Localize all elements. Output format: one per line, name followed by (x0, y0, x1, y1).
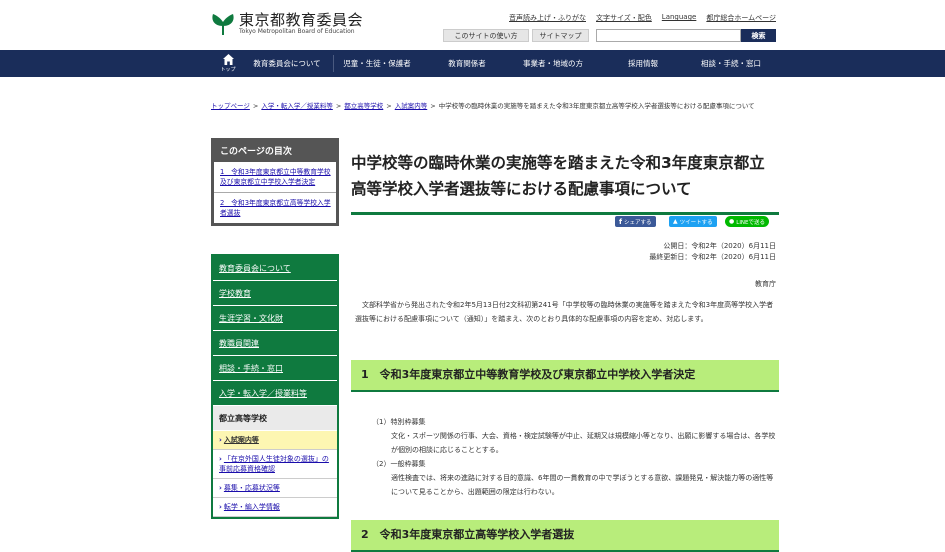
chevron-right-icon: › (219, 484, 222, 492)
sitemap-button[interactable]: サイトマップ (532, 29, 589, 42)
site-header: 東京都教育委員会 Tokyo Metropolitan Board of Edu… (0, 0, 945, 50)
logo-subtitle: Tokyo Metropolitan Board of Education (239, 28, 355, 35)
breadcrumb-link[interactable]: 入試案内等 (395, 102, 428, 110)
section-heading: 2 令和3年度東京都立高等学校入学者選抜 (351, 520, 779, 552)
item-label: （1）特別枠募集 (372, 418, 426, 426)
site-usage-button[interactable]: このサイトの使い方 (443, 29, 529, 42)
menu-link[interactable]: 教育委員会について (219, 263, 291, 274)
nav-home[interactable]: トップ (218, 52, 238, 75)
facebook-icon: f (619, 217, 623, 226)
metro-gov-home-link[interactable]: 都庁総合ホームページ (706, 13, 776, 23)
nav-item-consultation[interactable]: 相談・手続・窓口 (686, 50, 776, 77)
menu-item-about-board: 教育委員会について (213, 256, 337, 281)
chevron-right-icon: › (219, 503, 222, 511)
menu-item-school-education: 学校教育 (213, 281, 337, 306)
item-label: （2）一般枠募集 (372, 460, 426, 468)
menu-item-consultation: 相談・手続・窓口 (213, 356, 337, 381)
line-icon: ● (729, 218, 735, 225)
submenu-link[interactable]: 募集・応募状況等 (224, 484, 280, 492)
toc-item: 1 令和3年度東京都立中等教育学校及び東京都立中学校入学者決定 (214, 162, 336, 193)
global-nav: トップ 教育委員会について 児童・生徒・保護者 教育関係者 事業者・地域の方 採… (0, 50, 945, 77)
facebook-share-button[interactable]: f シェアする (615, 216, 656, 227)
nav-home-label: トップ (220, 67, 236, 73)
page-dates: 公開日：令和2年（2020）6月11日 最終更新日：令和2年（2020）6月11… (649, 241, 776, 263)
submenu-item-foreign-students[interactable]: › 「在京外国人生徒対象の選抜」の事前応募資格確認 (213, 450, 337, 479)
text-size-color-link[interactable]: 文字サイズ・配色 (596, 13, 652, 23)
item-body: 適性検査では、将来の進路に対する目的意識、6年間の一貫教育の中で学ぼうとする意欲… (391, 474, 774, 496)
toc-link-section2[interactable]: 2 令和3年度東京都立高等学校入学者選抜 (220, 199, 331, 217)
page-title: 中学校等の臨時休業の実施等を踏まえた令和3年度東京都立高等学校入学者選抜等におけ… (351, 150, 779, 215)
home-icon (222, 54, 234, 65)
twitter-icon: ▲ (673, 218, 678, 225)
intro-paragraph: 文部科学省から発出された令和2年5月13日付2文科初第241号「中学校等の臨時休… (355, 301, 774, 323)
section-heading: 1 令和3年度東京都立中等教育学校及び東京都立中学校入学者決定 (351, 360, 779, 392)
item-body: 文化・スポーツ関係の行事、大会、資格・検定試験等が中止、延期又は規模縮小等となり… (391, 432, 776, 454)
submenu-link[interactable]: 入試案内等 (224, 436, 259, 444)
menu-item-teaching-staff: 教職員関連 (213, 331, 337, 356)
side-menu: 教育委員会について 学校教育 生涯学習・文化財 教職員関連 相談・手続・窓口 入… (211, 254, 339, 519)
breadcrumb-current: 中学校等の臨時休業の実施等を踏まえた令和3年度東京都立高等学校入学者選抜等におけ… (438, 102, 755, 110)
nav-item-businesses-community[interactable]: 事業者・地域の方 (510, 50, 596, 77)
toc-link-section1[interactable]: 1 令和3年度東京都立中等教育学校及び東京都立中学校入学者決定 (220, 168, 331, 186)
section1-body: （1）特別枠募集 文化・スポーツ関係の行事、大会、資格・検定試験等が中止、延期又… (372, 415, 777, 499)
breadcrumb-link[interactable]: トップページ (211, 102, 250, 110)
submenu-link[interactable]: 「在京外国人生徒対象の選抜」の事前応募資格確認 (219, 455, 329, 473)
ginkgo-leaf-icon (212, 14, 234, 35)
breadcrumb-link[interactable]: 入学・転入学／授業料等 (261, 102, 333, 110)
tweet-button[interactable]: ▲ ツイートする (669, 216, 717, 227)
chevron-right-icon: › (219, 436, 222, 444)
menu-link[interactable]: 入学・転入学／授業料等 (219, 388, 307, 399)
submenu-item-applications[interactable]: › 募集・応募状況等 (213, 479, 337, 498)
search-input[interactable] (596, 29, 741, 42)
department: 教育庁 (755, 280, 776, 288)
menu-link[interactable]: 教職員関連 (219, 338, 259, 349)
utility-links: 音声読み上げ・ふりがな 文字サイズ・配色 Language 都庁総合ホームページ (509, 13, 776, 23)
breadcrumb-link[interactable]: 都立高等学校 (344, 102, 383, 110)
updated-date: 最終更新日：令和2年（2020）6月11日 (649, 253, 776, 261)
submenu-item-transfer[interactable]: › 転学・編入学情報 (213, 498, 337, 517)
menu-item-lifelong-learning: 生涯学習・文化財 (213, 306, 337, 331)
search-button[interactable]: 検索 (741, 29, 776, 42)
menu-link[interactable]: 相談・手続・窓口 (219, 363, 283, 374)
logo-title: 東京都教育委員会 (239, 11, 364, 29)
breadcrumb: トップページ > 入学・転入学／授業料等 > 都立高等学校 > 入試案内等 > 中学校等の臨時休… (211, 102, 755, 110)
language-link[interactable]: Language (662, 13, 697, 23)
line-send-button[interactable]: ● LINEで送る (725, 216, 770, 227)
toc-item: 2 令和3年度東京都立高等学校入学者選抜 (214, 193, 336, 223)
site-logo[interactable]: 東京都教育委員会 Tokyo Metropolitan Board of Edu… (210, 12, 363, 36)
nav-item-educators[interactable]: 教育関係者 (424, 50, 510, 77)
menu-link[interactable]: 生涯学習・文化財 (219, 313, 283, 324)
nav-item-about-board[interactable]: 教育委員会について (244, 50, 330, 77)
submenu-item-exam-guide[interactable]: › 入試案内等 (213, 431, 337, 450)
menu-link[interactable]: 学校教育 (219, 288, 251, 299)
nav-item-students-parents[interactable]: 児童・生徒・保護者 (334, 50, 420, 77)
page-toc: このページの目次 1 令和3年度東京都立中等教育学校及び東京都立中学校入学者決定… (211, 138, 339, 226)
menu-item-metro-high-schools[interactable]: 都立高等学校 (213, 406, 337, 431)
submenu-link[interactable]: 転学・編入学情報 (224, 503, 280, 511)
published-date: 公開日：令和2年（2020）6月11日 (663, 242, 776, 250)
speech-furigana-link[interactable]: 音声読み上げ・ふりがな (509, 13, 586, 23)
chevron-right-icon: › (219, 455, 222, 463)
nav-item-recruitment[interactable]: 採用情報 (600, 50, 686, 77)
toc-title: このページの目次 (214, 138, 336, 162)
menu-item-admission: 入学・転入学／授業料等 (213, 381, 337, 406)
